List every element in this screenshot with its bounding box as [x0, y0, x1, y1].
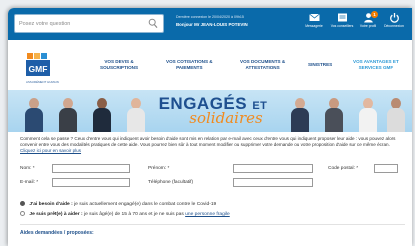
need-help-radio[interactable]	[20, 201, 25, 206]
need-help-option[interactable]: J'ai besoin d'aide : je suis actuellemen…	[20, 201, 216, 207]
telephone-label: Téléphone (facultatif)	[148, 180, 194, 185]
top-bar: Dernière connexion le 20/04/2020 à 09h15…	[8, 8, 412, 40]
advisor-icon	[337, 13, 347, 22]
banner-person	[324, 94, 344, 132]
nav-devis-line2: SOUSCRIPTIONS	[100, 65, 139, 70]
learn-more-link[interactable]: Cliquez ici pour en savoir plus	[20, 148, 81, 153]
offer-help-title: Je suis prêt(e) à aider :	[29, 212, 83, 217]
banner-person	[58, 94, 78, 132]
banner-person	[126, 94, 146, 132]
banner-person	[358, 94, 378, 132]
nav-devis[interactable]: VOS DEVIS & SOUSCRIPTIONS	[100, 59, 138, 71]
offer-help-text: je suis âgé(e) de 15 à 70 ans et je ne s…	[82, 212, 186, 217]
banner-person	[24, 94, 44, 132]
banner-person	[290, 94, 310, 132]
banner-person	[92, 94, 112, 132]
greeting: Bonjour Mr JEAN-LOUIS POTEVIN	[176, 22, 306, 27]
logo-tagline: ASSURÉMENT HUMAIN	[26, 80, 59, 84]
nav-avantages-line2: SERVICES GMF	[358, 65, 394, 70]
nav-cotisations[interactable]: VOS COTISATIONS & PAIEMENTS	[166, 59, 213, 71]
code-postal-field[interactable]	[374, 164, 398, 173]
intro-text: Comment cela se passe ? Ceux d'entre vou…	[20, 136, 405, 155]
nom-label: Nom: *	[20, 166, 35, 171]
deconnexion-button[interactable]: Déconnexion	[376, 12, 412, 28]
user-name: Mr JEAN-LOUIS POTEVIN	[194, 22, 248, 27]
aides-heading: Aides demandées / proposées:	[20, 230, 94, 236]
intro-paragraph: Comment cela se passe ? Ceux d'entre vou…	[20, 136, 396, 148]
prenom-field[interactable]	[233, 164, 313, 173]
nav-documents[interactable]: VOS DOCUMENTS & ATTESTATIONS	[240, 59, 285, 71]
code-postal-label: Code postal: *	[328, 166, 359, 171]
nav-documents-line2: ATTESTATIONS	[245, 65, 280, 70]
last-connection: Dernière connexion le 20/04/2020 à 09h15	[176, 15, 244, 19]
greeting-prefix: Bonjour	[176, 22, 193, 27]
banner-person	[386, 94, 406, 132]
logo-mark: GMF	[26, 53, 50, 76]
search-input[interactable]	[19, 18, 137, 30]
deconnexion-label: Déconnexion	[384, 24, 404, 28]
nav-avantages[interactable]: VOS AVANTAGES ET SERVICES GMF	[353, 59, 399, 71]
need-help-title: J'ai besoin d'aide :	[29, 202, 73, 207]
email-label: E-mail: *	[20, 180, 39, 185]
prenom-label: Prénom: *	[148, 166, 170, 171]
logo-brand: GMF	[29, 64, 48, 74]
need-help-text: je suis actuellement engagé(e) dans le c…	[72, 202, 217, 207]
power-icon	[389, 13, 399, 23]
nav-sinistres-label: SINISTRES	[308, 62, 333, 67]
search-box[interactable]	[14, 14, 164, 33]
connection-info: Dernière connexion le 20/04/2020 à 09h15…	[176, 15, 306, 27]
nom-field[interactable]	[52, 164, 130, 173]
telephone-field[interactable]	[233, 178, 313, 187]
banner-subtitle: solidaires	[189, 109, 263, 127]
fragile-person-link[interactable]: une personne fragile	[185, 212, 230, 217]
offer-help-option[interactable]: Je suis prêt(e) à aider : je suis âgé(e)…	[20, 211, 230, 217]
mail-icon	[308, 13, 320, 21]
gmf-logo[interactable]: GMF ASSURÉMENT HUMAIN	[26, 50, 59, 85]
nav-cotisations-line2: PAIEMENTS	[176, 65, 203, 70]
section-divider	[20, 224, 405, 225]
email-field[interactable]	[52, 178, 130, 187]
nav-sinistres[interactable]: SINISTRES	[308, 62, 332, 68]
engages-banner: ENGAGÉS ET solidaires	[8, 90, 412, 132]
offer-help-radio[interactable]	[20, 211, 25, 216]
browser-window: Dernière connexion le 20/04/2020 à 09h15…	[8, 8, 412, 246]
search-icon[interactable]	[148, 18, 158, 29]
